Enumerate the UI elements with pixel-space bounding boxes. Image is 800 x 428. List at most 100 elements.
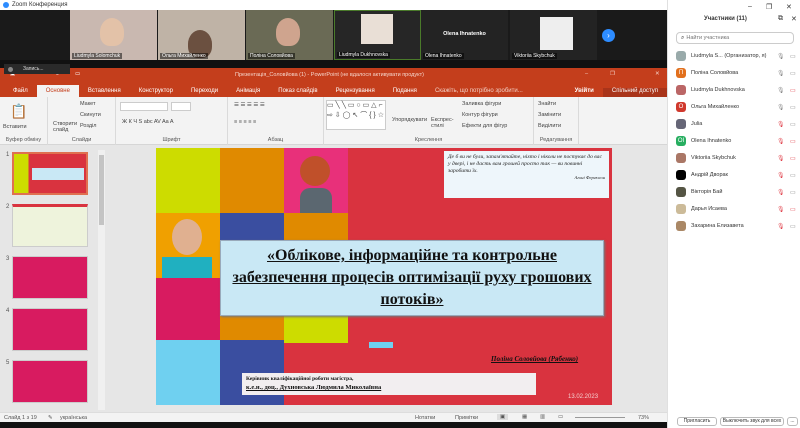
mic-muted-icon[interactable]: 🎙 xyxy=(777,121,785,128)
mic-muted-icon[interactable]: 🎙 xyxy=(777,189,785,196)
video-tile[interactable]: Ольга Михайленко xyxy=(158,10,245,60)
camera-icon[interactable]: ▭ xyxy=(790,104,798,111)
camera-icon[interactable]: ▭ xyxy=(790,121,798,128)
camera-icon[interactable]: ▭ xyxy=(790,53,798,60)
comments-button[interactable]: Примітки xyxy=(455,415,478,421)
camera-icon[interactable]: ▭ xyxy=(790,189,798,196)
language-indicator[interactable]: українська xyxy=(60,415,87,421)
align-icons[interactable]: ≡ ≡ ≡ ≡ ≡ xyxy=(234,119,256,125)
participant-item[interactable]: О Ольга Михайленко 🎙 ▭ xyxy=(676,100,798,114)
slideshow-icon[interactable]: ▭ xyxy=(558,414,563,420)
normal-view-icon[interactable]: ▣ xyxy=(497,414,509,420)
mute-all-button[interactable]: Выключить звук для всех xyxy=(720,417,784,426)
maximize-icon[interactable]: ❐ xyxy=(610,71,615,77)
font-name-select[interactable] xyxy=(120,102,168,111)
reset-button[interactable]: Скинути xyxy=(80,112,101,118)
notes-button[interactable]: Нотатки xyxy=(415,415,435,421)
close-icon[interactable]: ✕ xyxy=(786,3,792,11)
spellcheck-icon[interactable]: ✎ xyxy=(48,415,53,421)
replace-button[interactable]: Замінити xyxy=(538,112,561,118)
paste-icon[interactable]: 📋 xyxy=(10,103,27,120)
video-tile[interactable]: Liudmyla Dukhnovska xyxy=(334,10,421,60)
popout-icon[interactable]: ⧉ xyxy=(778,15,783,23)
mic-muted-icon[interactable]: 🎙 xyxy=(777,223,785,230)
mic-muted-icon[interactable]: 🎙 xyxy=(777,138,785,145)
tab-review[interactable]: Рецензування xyxy=(327,88,384,97)
present-icon[interactable]: ▭ xyxy=(75,71,80,77)
video-tile[interactable]: Viktoriia Skybchuk xyxy=(510,10,597,60)
mic-muted-icon[interactable]: 🎙 xyxy=(777,172,785,179)
restore-icon[interactable]: ❐ xyxy=(766,3,772,11)
mic-icon[interactable]: 🎙 xyxy=(777,53,785,60)
find-button[interactable]: Знайти xyxy=(538,101,556,107)
tab-home[interactable]: Основне xyxy=(36,85,79,97)
camera-off-icon[interactable]: ▭ xyxy=(790,206,798,213)
shapes-gallery[interactable]: ▭ ╲ ╲ ▭ ○ ▭ △ ⌐ ⇨ ⇩ ◯ ↖ ⌒ { } ☆ xyxy=(326,100,386,130)
video-tile[interactable]: Liudmyla Solomchuk xyxy=(70,10,157,60)
current-slide[interactable]: Де б ви не були, запам'ятайте, ніхто і н… xyxy=(156,148,612,405)
invite-button[interactable]: Пригласить xyxy=(677,417,717,426)
close-panel-icon[interactable]: ✕ xyxy=(791,15,797,23)
quick-styles-button[interactable]: Експрес-стилі xyxy=(431,117,455,129)
select-button[interactable]: Виділити xyxy=(538,123,561,129)
search-input[interactable] xyxy=(686,35,787,41)
recording-indicator[interactable]: Запись... xyxy=(4,64,70,74)
tab-file[interactable]: Файл xyxy=(4,88,37,97)
camera-icon[interactable]: ▭ xyxy=(790,223,798,230)
slide-thumbnail[interactable] xyxy=(12,360,88,403)
camera-icon[interactable]: ▭ xyxy=(790,70,798,77)
video-tile[interactable]: Поліна Соловйова xyxy=(246,10,333,60)
mic-muted-icon[interactable]: 🎙 xyxy=(777,155,785,162)
mic-icon[interactable]: 🎙 xyxy=(777,70,785,77)
font-size-select[interactable] xyxy=(171,102,191,111)
minimize-icon[interactable]: – xyxy=(748,3,752,10)
bold-italic-underline-icons[interactable]: Ж К Ч S abc AV Aa A xyxy=(122,119,174,125)
mic-icon[interactable]: 🎙 xyxy=(777,104,785,111)
arrange-button[interactable]: Упорядкувати xyxy=(392,117,427,123)
slide-sorter-icon[interactable]: ▦ xyxy=(522,414,527,420)
zoom-level[interactable]: 73% xyxy=(638,415,649,421)
list-icons[interactable]: ☰ ☰ ☰ ☰ ☰ xyxy=(234,102,265,108)
thumbnails-scrollbar[interactable] xyxy=(98,150,105,410)
slide-thumbnail[interactable] xyxy=(12,204,88,247)
slide-thumbnail[interactable] xyxy=(12,256,88,299)
participant-item[interactable]: Захарина Елизавета 🎙 ▭ xyxy=(676,219,798,233)
video-tile[interactable]: Olena Ihnatenko Olena Ihnatenko xyxy=(421,10,508,60)
participant-search[interactable]: ⌕ xyxy=(676,32,794,44)
mic-muted-icon[interactable]: 🎙 xyxy=(777,206,785,213)
tab-design[interactable]: Конструктор xyxy=(130,88,182,97)
participant-item[interactable]: Julia 🎙 ▭ xyxy=(676,117,798,131)
slide-thumbnail[interactable] xyxy=(12,152,88,195)
participant-item[interactable]: Дарья Исаева 🎙 ▭ xyxy=(676,202,798,216)
section-button[interactable]: Розділ xyxy=(80,123,96,129)
more-button[interactable]: ... xyxy=(787,417,798,426)
tab-insert[interactable]: Вставлення xyxy=(79,88,130,97)
participant-item[interactable]: Liudmyla Dukhnovska 🎙 ▭ xyxy=(676,83,798,97)
paste-button[interactable]: Вставити xyxy=(3,124,27,130)
share-button[interactable]: Спільний доступ xyxy=(602,88,667,97)
slide-thumbnail[interactable] xyxy=(12,308,88,351)
reading-view-icon[interactable]: ▥ xyxy=(540,414,545,420)
tab-view[interactable]: Подання xyxy=(384,88,426,97)
zoom-slider[interactable] xyxy=(575,417,625,418)
close-icon[interactable]: ✕ xyxy=(655,71,660,77)
camera-off-icon[interactable]: ▭ xyxy=(790,155,798,162)
tab-transitions[interactable]: Переходи xyxy=(182,88,227,97)
camera-icon[interactable]: ▭ xyxy=(790,172,798,179)
sign-in-link[interactable]: Увійти xyxy=(566,88,603,97)
chevron-right-icon[interactable]: › xyxy=(602,29,615,42)
participant-item[interactable]: Андрій Дворак 🎙 ▭ xyxy=(676,168,798,182)
camera-off-icon[interactable]: ▭ xyxy=(790,87,798,94)
camera-off-icon[interactable]: ▭ xyxy=(790,138,798,145)
mic-icon[interactable]: 🎙 xyxy=(777,87,785,94)
layout-button[interactable]: Макет xyxy=(80,101,96,107)
tab-slideshow[interactable]: Показ слайдів xyxy=(269,88,326,97)
minimize-icon[interactable]: – xyxy=(585,71,588,77)
participant-item[interactable]: П Поліна Соловйова 🎙 ▭ xyxy=(676,66,798,80)
participant-item[interactable]: Liudmyla S... (Организатор, я) 🎙 ▭ xyxy=(676,49,798,63)
participant-item[interactable]: Viktoriia Skybchuk 🎙 ▭ xyxy=(676,151,798,165)
participant-item[interactable]: OI Olena Ihnatenko 🎙 ▭ xyxy=(676,134,798,148)
participant-item[interactable]: Вікторія Бай 🎙 ▭ xyxy=(676,185,798,199)
shape-outline-button[interactable]: Контур фігури xyxy=(462,112,498,118)
shape-effects-button[interactable]: Ефекти для фігур xyxy=(462,123,507,129)
